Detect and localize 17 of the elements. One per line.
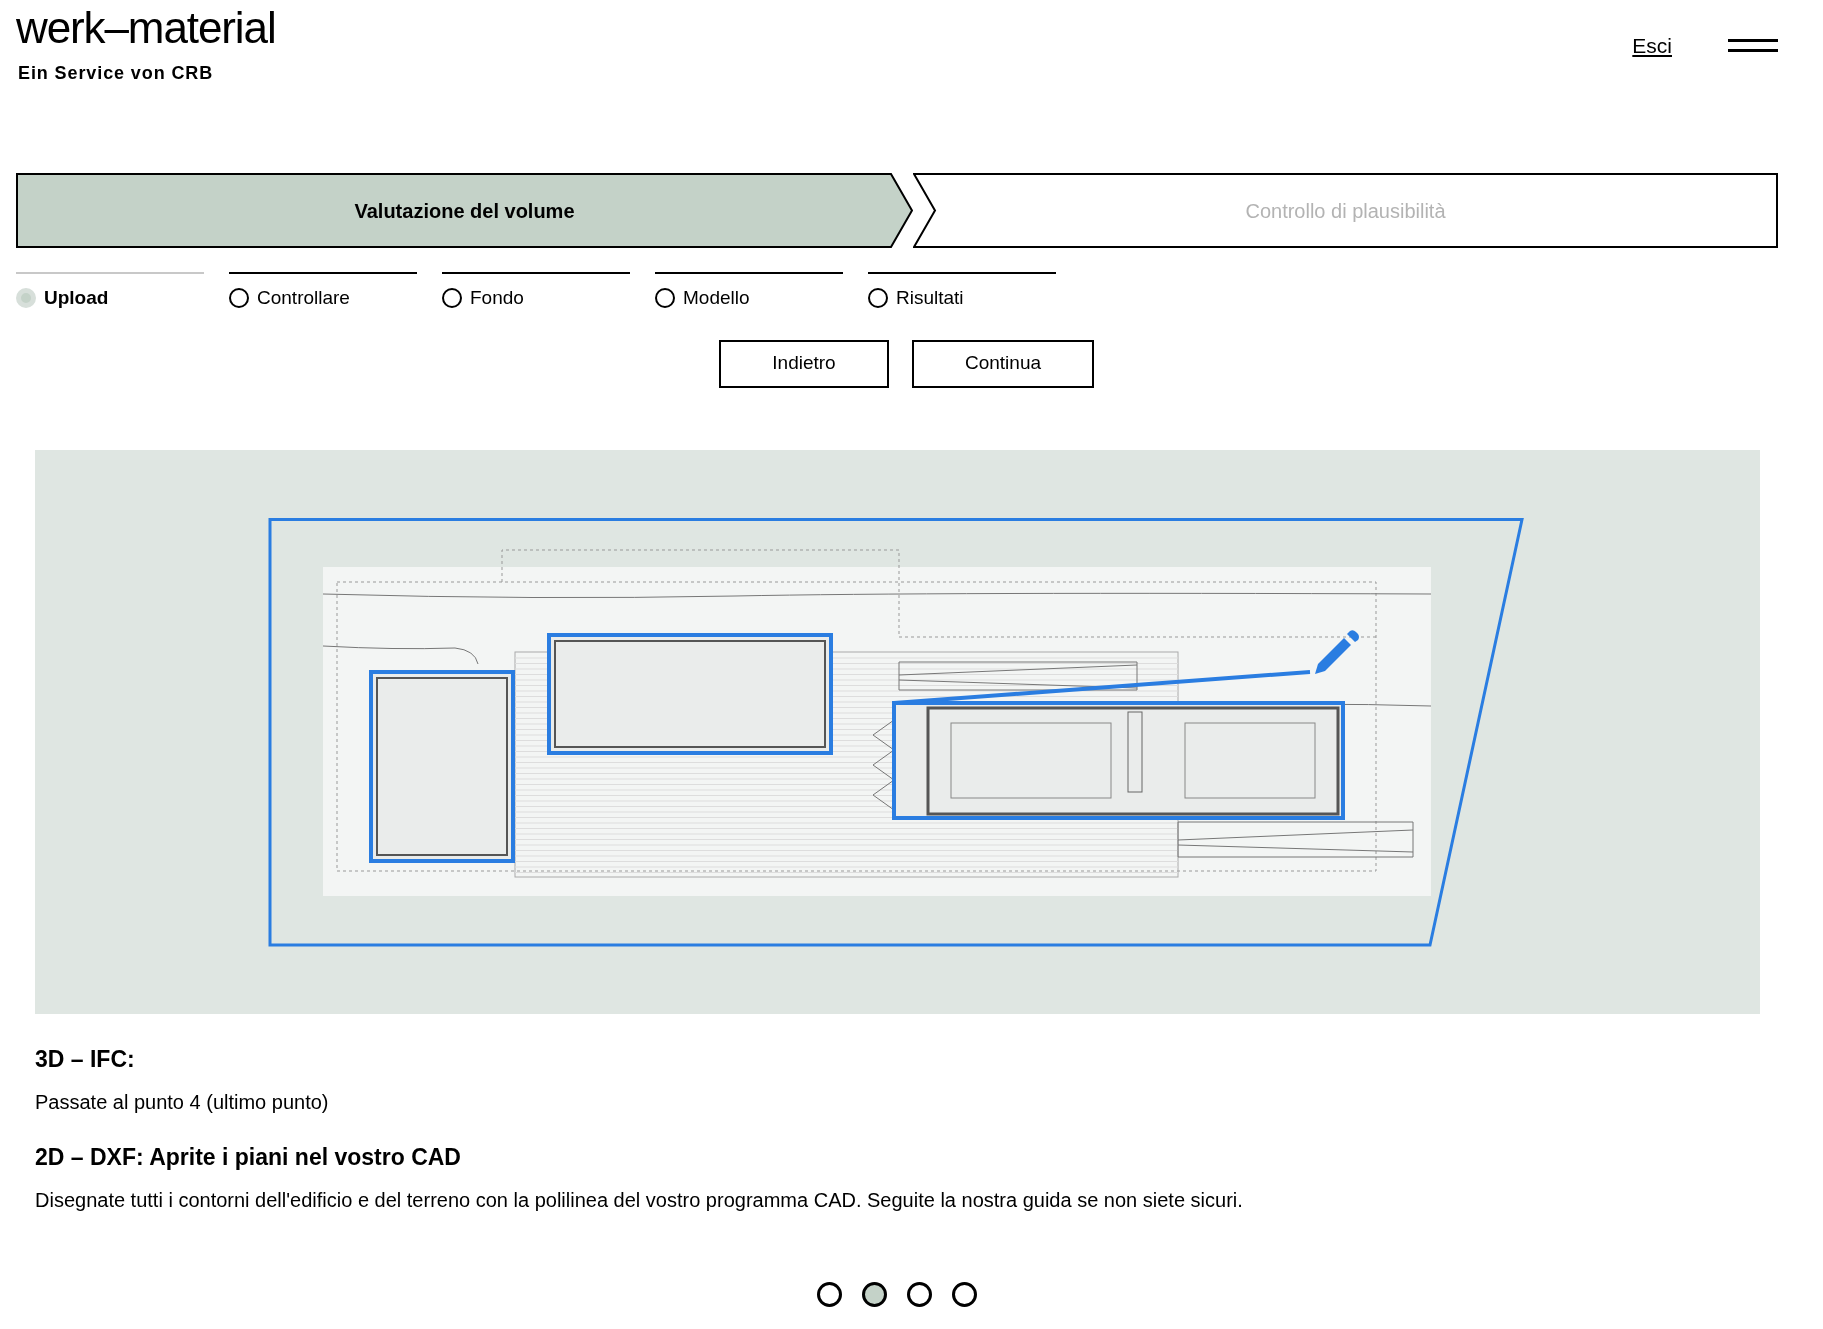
logo: werk–material bbox=[16, 2, 276, 54]
paragraph: Passate al punto 4 (ultimo punto) bbox=[35, 1089, 330, 1115]
nav-button[interactable]: Indietro bbox=[719, 339, 889, 388]
tagline: Ein Service von CRB bbox=[18, 62, 215, 85]
step-tab[interactable]: Modello bbox=[655, 272, 843, 313]
step-tab[interactable]: Fondo bbox=[442, 272, 630, 313]
section-heading: 2D – DXF: Aprite i piani nel vostro CAD bbox=[35, 1142, 462, 1172]
step-tab[interactable]: Upload bbox=[16, 272, 204, 313]
nav-button[interactable]: Continua bbox=[912, 339, 1094, 388]
menu-icon[interactable] bbox=[1728, 39, 1778, 53]
section-heading: 3D – IFC: bbox=[35, 1044, 136, 1074]
step-tab[interactable]: Controllare bbox=[229, 272, 417, 313]
phase-tab[interactable]: Valutazione del volume bbox=[16, 173, 913, 248]
pencil-icon bbox=[1315, 629, 1359, 674]
paragraph: Disegnate tutti i contorni dell'edificio e del terreno con la polilinea del vostro programma CAD. Seguite la nostra guida se non siete sicuri. bbox=[35, 1187, 1244, 1213]
logout-link[interactable]: Esci bbox=[1632, 30, 1672, 62]
step-tab[interactable]: Risultati bbox=[868, 272, 1056, 313]
